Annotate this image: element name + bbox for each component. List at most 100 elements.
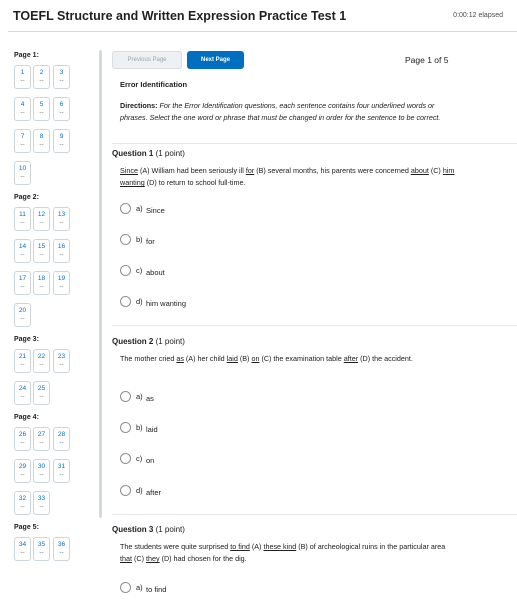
- elapsed-timer: 0:00:12 elapsed: [453, 12, 503, 19]
- question-nav-30[interactable]: 30 --: [33, 459, 50, 483]
- question-nav-23[interactable]: 23 --: [53, 349, 70, 373]
- option-text: as: [146, 394, 154, 403]
- question-nav-26[interactable]: 26 --: [14, 427, 31, 451]
- sidebar-page-label: Page 5:: [14, 524, 39, 531]
- radio-button[interactable]: [120, 485, 131, 496]
- question-nav-36[interactable]: 36 --: [53, 537, 70, 561]
- question-nav-7[interactable]: 7 --: [14, 129, 31, 153]
- question-nav-21[interactable]: 21 --: [14, 349, 31, 373]
- radio-button[interactable]: [120, 422, 131, 433]
- radio-button[interactable]: [120, 391, 131, 402]
- option-text: on: [146, 456, 155, 465]
- question-nav-8[interactable]: 8 --: [33, 129, 50, 153]
- question-nav-status: --: [39, 393, 44, 400]
- question-nav-status: --: [20, 361, 25, 368]
- radio-button[interactable]: [120, 453, 131, 464]
- question-nav-25[interactable]: 25 --: [33, 381, 50, 405]
- question-nav-6[interactable]: 6 --: [53, 97, 70, 121]
- radio-button[interactable]: [120, 582, 131, 593]
- directions-text: Directions: For the Error Identification…: [120, 100, 460, 123]
- sidebar-scrollbar[interactable]: [99, 50, 102, 518]
- option-text: for: [146, 237, 155, 246]
- question-nav-number: 26: [18, 431, 27, 438]
- question-nav-4[interactable]: 4 --: [14, 97, 31, 121]
- question-nav-35[interactable]: 35 --: [33, 537, 50, 561]
- question-nav-32[interactable]: 32 --: [14, 491, 31, 515]
- question-nav-status: --: [59, 109, 64, 116]
- question-nav-14[interactable]: 14 --: [14, 239, 31, 263]
- question-nav-number: 3: [59, 69, 64, 76]
- question-text-segment: (A) her child: [183, 354, 227, 363]
- question-nav-status: --: [59, 283, 64, 290]
- question-nav-status: --: [20, 251, 25, 258]
- question-text-segment: (A) William had been seriously ill: [137, 166, 246, 175]
- question-nav-status: --: [20, 503, 25, 510]
- question-nav-3[interactable]: 3 --: [53, 65, 70, 89]
- radio-button[interactable]: [120, 234, 131, 245]
- option-text: Since: [146, 206, 165, 215]
- question-text-segment: (C) the examination table: [259, 354, 344, 363]
- question-nav-22[interactable]: 22 --: [33, 349, 50, 373]
- question-nav-1[interactable]: 1 --: [14, 65, 31, 89]
- question-nav-status: --: [59, 439, 64, 446]
- question-nav-31[interactable]: 31 --: [53, 459, 70, 483]
- radio-button[interactable]: [120, 265, 131, 276]
- question-nav-status: --: [20, 471, 25, 478]
- question-nav-status: --: [39, 109, 44, 116]
- question-nav-24[interactable]: 24 --: [14, 381, 31, 405]
- underlined-phrase: Since: [120, 166, 138, 175]
- question-nav-12[interactable]: 12 --: [33, 207, 50, 231]
- question-nav-number: 23: [57, 353, 66, 360]
- question-nav-15[interactable]: 15 --: [33, 239, 50, 263]
- question-nav-29[interactable]: 29 --: [14, 459, 31, 483]
- question-nav-number: 32: [18, 495, 27, 502]
- question-nav-2[interactable]: 2 --: [33, 65, 50, 89]
- divider: [112, 143, 517, 144]
- question-nav-33[interactable]: 33 --: [33, 491, 50, 515]
- option-text: to find: [146, 585, 167, 594]
- question-nav-status: --: [20, 109, 25, 116]
- underlined-phrase: laid: [226, 354, 238, 363]
- question-text-segment: (B) of archeological ruins in the partic…: [296, 542, 446, 551]
- question-nav-number: 34: [18, 541, 27, 548]
- underlined-phrase: to find: [230, 542, 250, 551]
- question-text-segment: The mother cried: [120, 354, 177, 363]
- question-nav-number: 17: [18, 275, 27, 282]
- question-nav-number: 2: [39, 69, 44, 76]
- question-nav-number: 21: [18, 353, 27, 360]
- question-nav-5[interactable]: 5 --: [33, 97, 50, 121]
- question-number: Question 1: [112, 149, 154, 158]
- question-nav-18[interactable]: 18 --: [33, 271, 50, 295]
- question-nav-number: 27: [37, 431, 46, 438]
- sidebar-page-label: Page 1:: [14, 52, 39, 59]
- question-nav-number: 31: [57, 463, 66, 470]
- question-nav-number: 19: [57, 275, 66, 282]
- question-nav-17[interactable]: 17 --: [14, 271, 31, 295]
- divider: [112, 514, 517, 515]
- question-nav-status: --: [20, 549, 25, 556]
- question-nav-16[interactable]: 16 --: [53, 239, 70, 263]
- next-page-button[interactable]: Next Page: [187, 51, 244, 69]
- radio-button[interactable]: [120, 203, 131, 214]
- previous-page-button[interactable]: Previous Page: [112, 51, 182, 69]
- question-nav-19[interactable]: 19 --: [53, 271, 70, 295]
- directions-label: Directions:: [120, 101, 158, 110]
- question-nav-status: --: [39, 77, 44, 84]
- question-nav-11[interactable]: 11 --: [14, 207, 31, 231]
- option-text: him wanting: [146, 299, 187, 308]
- question-nav-10[interactable]: 10 --: [14, 161, 31, 185]
- question-nav-status: --: [20, 283, 25, 290]
- question-nav-9[interactable]: 9 --: [53, 129, 70, 153]
- question-nav-number: 36: [57, 541, 66, 548]
- question-nav-number: 4: [20, 101, 25, 108]
- radio-button[interactable]: [120, 296, 131, 307]
- question-nav-status: --: [39, 283, 44, 290]
- question-number: Question 2: [112, 337, 154, 346]
- question-nav-27[interactable]: 27 --: [33, 427, 50, 451]
- directions-body: For the Error Identification questions, …: [120, 101, 441, 122]
- question-nav-28[interactable]: 28 --: [53, 427, 70, 451]
- question-nav-34[interactable]: 34 --: [14, 537, 31, 561]
- question-nav-13[interactable]: 13 --: [53, 207, 70, 231]
- question-nav-20[interactable]: 20 --: [14, 303, 31, 327]
- question-nav-status: --: [59, 361, 64, 368]
